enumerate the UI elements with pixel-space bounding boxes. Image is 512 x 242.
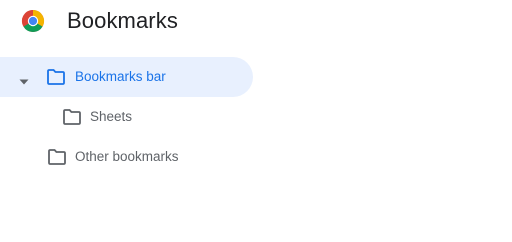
folder-label: Sheets	[90, 109, 133, 124]
folder-item-other-bookmarks[interactable]: Other bookmarks	[0, 137, 512, 177]
folder-icon	[48, 149, 66, 165]
expand-arrow-icon[interactable]	[18, 73, 30, 85]
header: Bookmarks	[0, 0, 512, 42]
folder-icon	[63, 109, 81, 125]
chrome-logo-icon	[21, 9, 45, 33]
folder-label: Bookmarks bar	[75, 69, 166, 84]
folder-label: Other bookmarks	[75, 149, 179, 164]
page-title: Bookmarks	[67, 8, 178, 33]
folder-icon	[47, 69, 65, 85]
folder-item-sheets[interactable]: Sheets	[0, 97, 512, 137]
folder-tree: Bookmarks bar Sheets Other bookmarks	[0, 57, 512, 177]
folder-item-bookmarks-bar[interactable]: Bookmarks bar	[0, 57, 253, 97]
